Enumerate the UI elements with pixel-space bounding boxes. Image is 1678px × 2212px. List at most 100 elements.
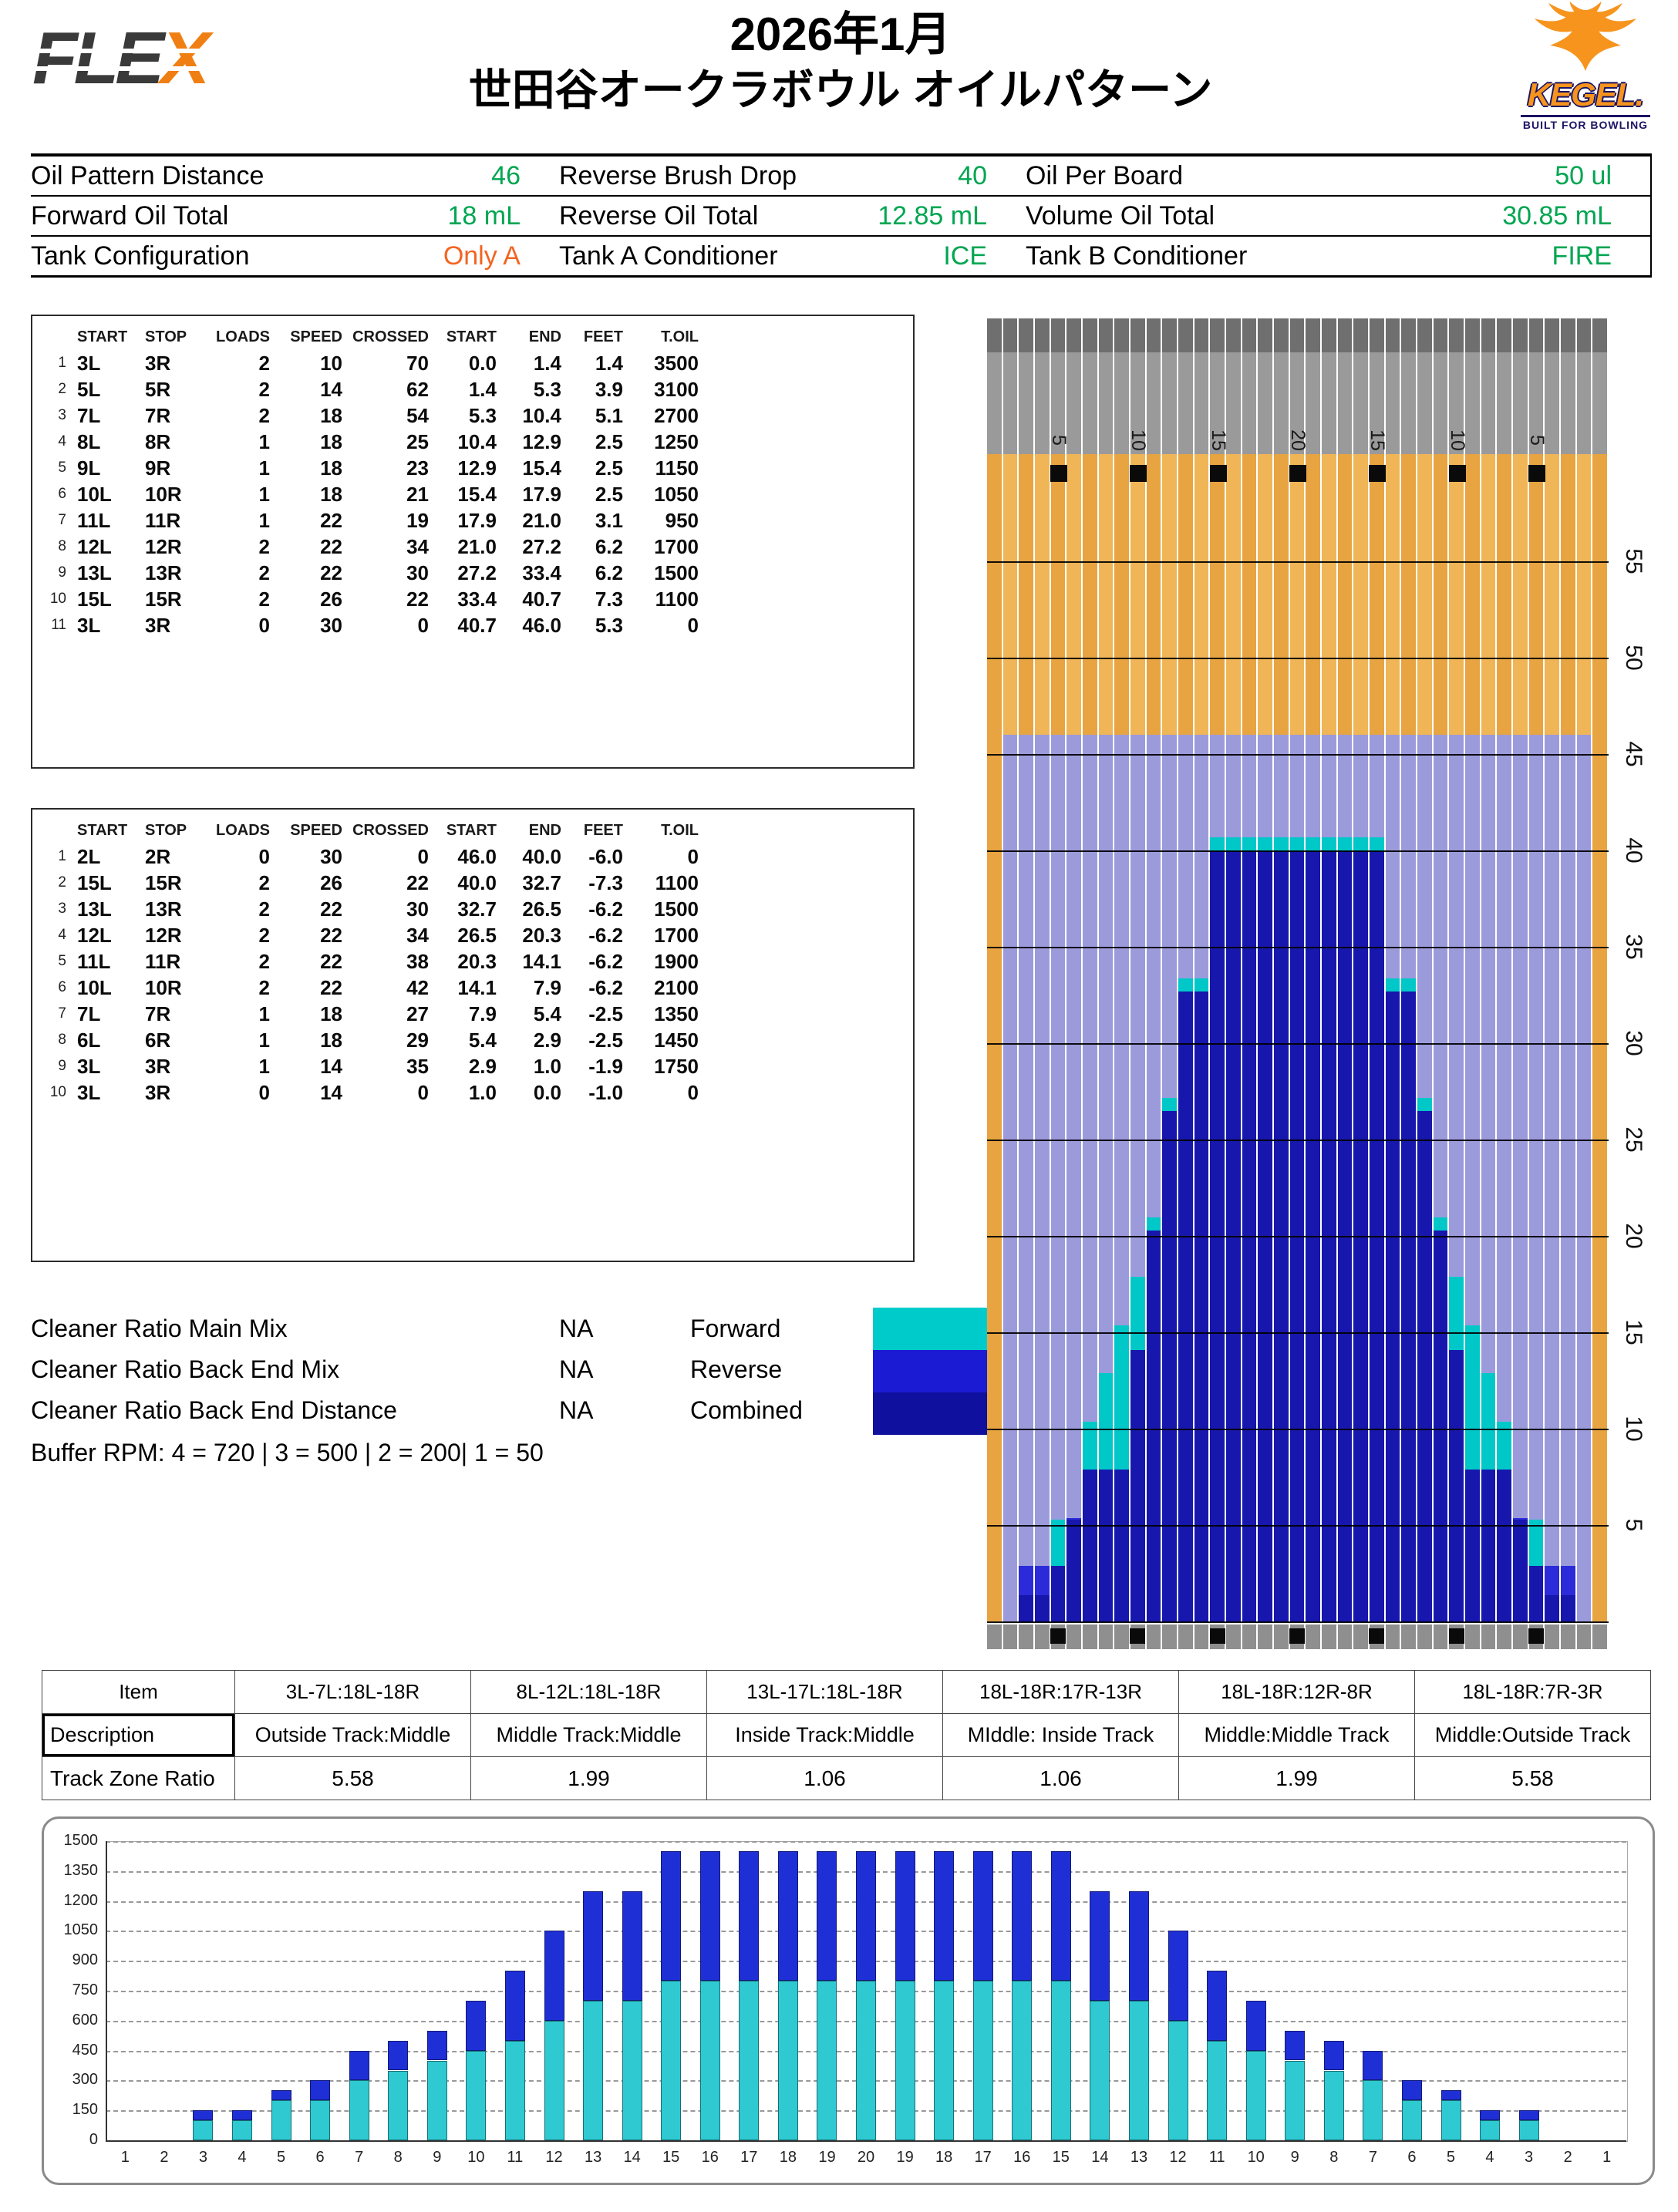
lane-segment [1370, 1372, 1384, 1422]
bar-reverse-segment [1168, 1931, 1188, 2021]
lane-distance-gridline [987, 1140, 1609, 1141]
buffer-rpm-line: Buffer RPM: 4 = 720 | 3 = 500 | 2 = 200|… [31, 1439, 544, 1466]
lane-segment [1114, 1565, 1129, 1595]
lane-segment [1194, 1349, 1209, 1374]
lane-segment [1242, 735, 1257, 838]
info-cell: Reverse Brush Drop 40 [559, 157, 987, 195]
lane-segment [1242, 1372, 1257, 1422]
info-label: Volume Oil Total [1026, 200, 1215, 231]
bar-reverse-segment [583, 1890, 604, 2001]
lane-segment [1274, 1325, 1289, 1351]
lane-segment [1353, 735, 1368, 838]
lane-segment [1306, 318, 1320, 352]
track-ratio-label: Track Zone Ratio [42, 1757, 235, 1800]
load-cell: 3100 [654, 378, 699, 401]
lane-segment [1258, 318, 1272, 352]
lane-segment [1337, 850, 1353, 978]
lane-segment [1545, 318, 1559, 352]
chart-gridline [106, 1841, 1626, 1843]
load-col-header: LOADS [216, 328, 270, 345]
range-marker [1528, 465, 1545, 482]
bar-forward-segment [310, 2100, 331, 2140]
lane-segment [1545, 1624, 1559, 1649]
load-cell: 2 [258, 404, 270, 427]
cleaner-main-mix-value: NA [559, 1315, 594, 1342]
lane-segment [1289, 1325, 1305, 1351]
lane-segment [1337, 1565, 1353, 1595]
load-cell: 1050 [654, 483, 699, 506]
load-cell: 1700 [654, 924, 699, 947]
load-cell: 26 [320, 871, 342, 894]
lane-segment [1497, 735, 1511, 1422]
bar-forward-segment [972, 1981, 993, 2140]
lane-segment [1337, 454, 1353, 735]
lane-segment [1066, 318, 1081, 352]
board-column [1370, 318, 1384, 1649]
lane-segment [1050, 1594, 1066, 1622]
track-header-cell: 18L-18R:7R-3R [1415, 1671, 1651, 1714]
lane-segment [1385, 1372, 1400, 1422]
lane-segment [987, 318, 1002, 352]
x-axis-tick-label: 2 [1563, 2149, 1572, 2166]
bar-forward-segment [1012, 1981, 1033, 2140]
load-cell: 5R [145, 378, 171, 401]
load-cell: 15L [77, 588, 112, 611]
load-cell: 1100 [655, 871, 699, 894]
load-cell: 34 [406, 924, 429, 947]
load-cell: 12R [145, 535, 182, 558]
load-col-header: END [528, 822, 561, 839]
load-cell: 0 [687, 614, 699, 637]
lane-segment [1098, 1624, 1114, 1649]
load-row-number: 7 [58, 512, 66, 528]
lane-segment [1370, 837, 1384, 851]
load-cell: 1 [258, 1029, 270, 1052]
lane-segment [1385, 1349, 1400, 1374]
bar-forward-segment [504, 2040, 525, 2140]
load-row-number: 7 [58, 1005, 66, 1022]
info-value: 40 [958, 160, 987, 190]
lane-segment [1449, 1325, 1464, 1351]
load-cell: 7.9 [533, 976, 561, 999]
lane-segment [1242, 1594, 1257, 1622]
lane-segment [1401, 1325, 1416, 1351]
lane-segment [1226, 850, 1241, 978]
load-col-header: END [528, 328, 561, 345]
lane-segment [1258, 1097, 1272, 1112]
lane-segment [1242, 1349, 1257, 1374]
load-cell: 1500 [654, 561, 699, 584]
lane-segment [1194, 1217, 1209, 1231]
bar-forward-segment [466, 2050, 487, 2140]
load-cell: 18 [320, 1002, 342, 1025]
lane-segment [1497, 1469, 1511, 1518]
board-column [1401, 318, 1416, 1649]
lane-segment [1481, 454, 1496, 735]
lane-segment [1337, 1276, 1353, 1325]
bar-forward-segment [661, 1981, 682, 2140]
load-cell: 20.3 [457, 950, 497, 973]
info-value: 46 [491, 160, 521, 190]
lane-segment [1178, 1469, 1193, 1518]
bar-forward-segment [232, 2120, 252, 2140]
load-cell: 3R [145, 1055, 171, 1078]
track-ratio-cell: 1.99 [1179, 1757, 1415, 1800]
load-col-header: SPEED [290, 328, 342, 345]
load-row-number: 3 [58, 901, 66, 917]
lane-segment [1337, 978, 1353, 992]
lane-segment [1561, 352, 1575, 454]
kegel-logo: KEGEL. BUILT FOR BOWLING [1516, 2, 1655, 131]
bar-forward-segment [1128, 2000, 1149, 2140]
load-cell: 3500 [654, 352, 699, 375]
lane-segment [1098, 1594, 1114, 1622]
lane-segment [1242, 1110, 1257, 1217]
lane-segment [1226, 318, 1241, 352]
lane-segment [1417, 1565, 1432, 1595]
load-cell: 9L [77, 456, 101, 480]
lane-segment [1433, 1624, 1448, 1649]
lane-segment [1337, 735, 1353, 838]
load-cell: 5.4 [468, 1029, 497, 1052]
bar-reverse-segment [1285, 2030, 1306, 2061]
board-column [1481, 318, 1496, 1649]
lane-segment [1210, 735, 1225, 838]
lane-segment [1242, 1469, 1257, 1518]
cleaner-backend-mix-label: Cleaner Ratio Back End Mix [31, 1355, 340, 1383]
